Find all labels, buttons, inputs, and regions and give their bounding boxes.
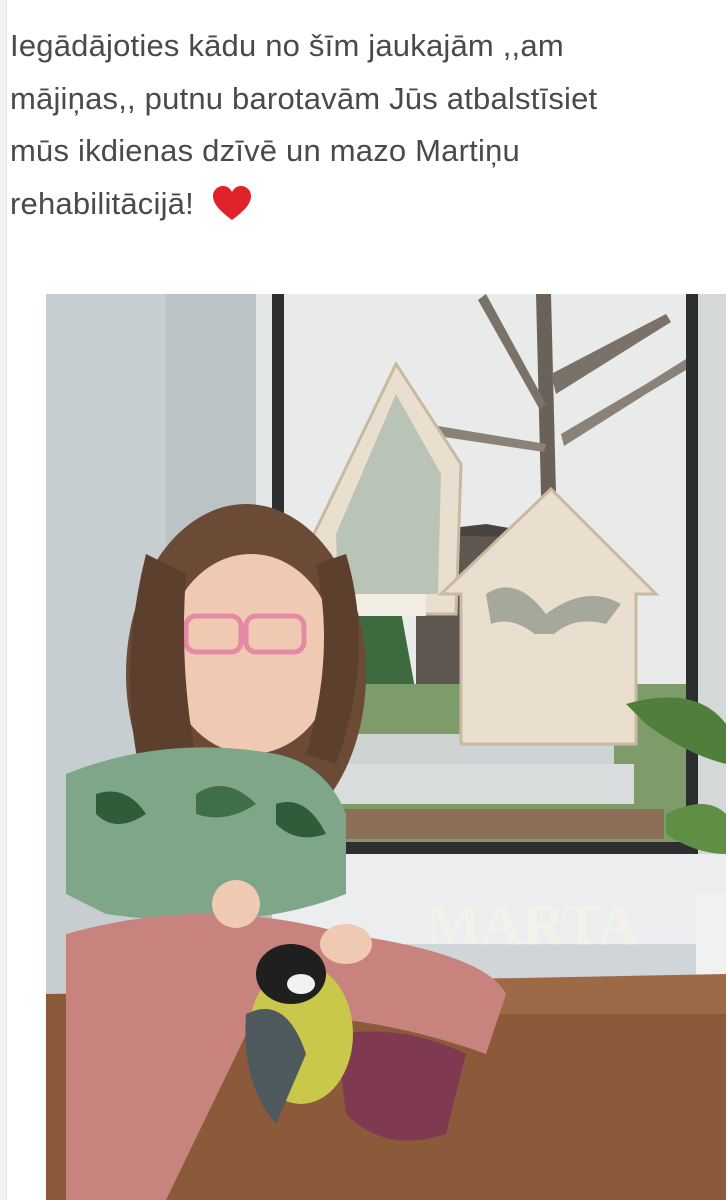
caption-line-3: mūs ikdienas dzīvē un mazo Martiņu: [10, 133, 520, 168]
caption-line-1: Iegādājoties kādu no šīm jaukajām ,,am: [10, 28, 564, 63]
marta-letters: MARTA: [426, 892, 639, 957]
page-left-border: [0, 0, 7, 1200]
caption-line-2: mājiņas,, putnu barotavām Jūs atbalstīsi…: [10, 80, 598, 116]
post-caption: Iegādājoties kādu no šīm jaukajām ,,am m…: [10, 20, 710, 230]
caption-line-4-text: rehabilitācijā!: [10, 185, 194, 221]
post-photo[interactable]: MARTA: [46, 294, 726, 1200]
caption-line-4: rehabilitācijā!: [10, 178, 710, 231]
heart-icon: [212, 185, 252, 222]
